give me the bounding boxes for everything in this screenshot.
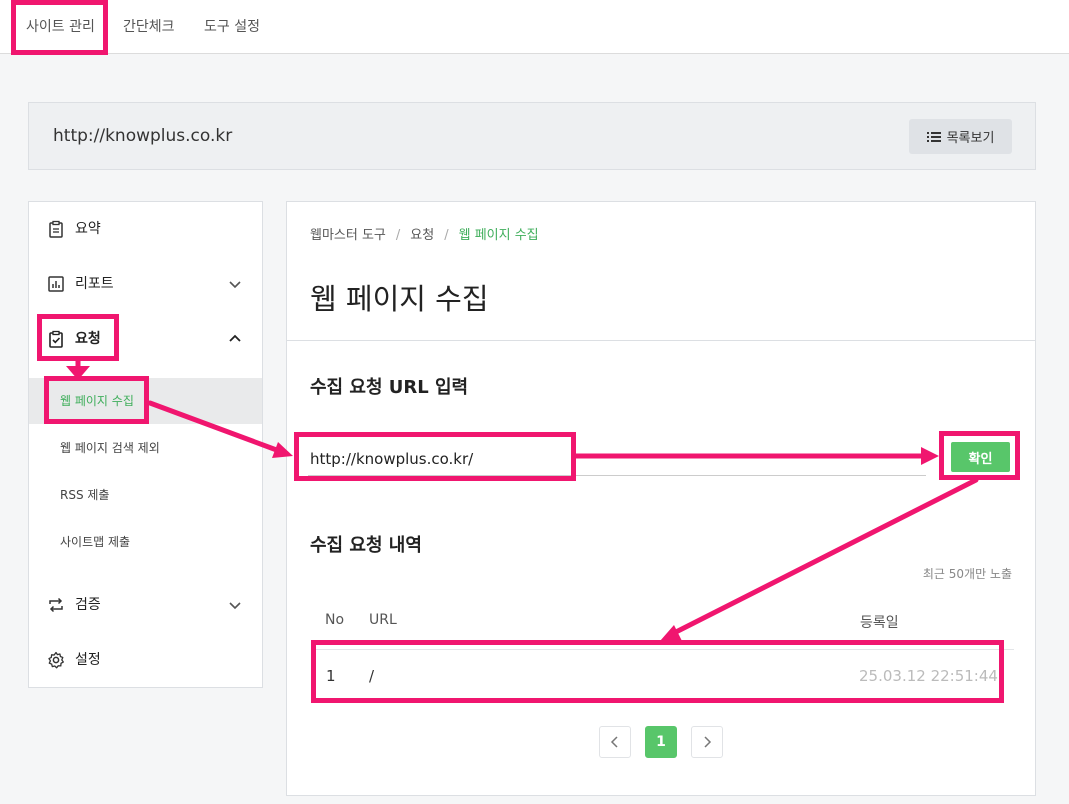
breadcrumb-current: 웹 페이지 수집 — [458, 228, 539, 243]
list-view-button[interactable]: 목록보기 — [909, 119, 1012, 154]
chevron-down-icon — [229, 281, 241, 289]
table-row: 1 / 25.03.12 22:51:44 — [314, 649, 1014, 699]
pagination-page-current[interactable]: 1 — [645, 726, 677, 758]
sidebar-subitem-label: 웹 페이지 검색 제외 — [60, 441, 160, 455]
breadcrumb: 웹마스터 도구 / 요청 / 웹 페이지 수집 — [310, 228, 539, 243]
tab-site-management[interactable]: 사이트 관리 — [26, 0, 95, 54]
page-title: 웹 페이지 수집 — [310, 282, 489, 316]
cell-no: 1 — [326, 667, 336, 685]
sidebar-item-summary[interactable]: 요약 — [29, 202, 262, 256]
sidebar-item-label: 요약 — [75, 221, 101, 237]
chevron-down-icon — [229, 602, 241, 610]
breadcrumb-item[interactable]: 웹마스터 도구 — [310, 228, 386, 243]
sidebar-item-report[interactable]: 리포트 — [29, 257, 262, 311]
list-view-label: 목록보기 — [946, 131, 995, 146]
tab-tool-settings[interactable]: 도구 설정 — [204, 0, 260, 54]
breadcrumb-item[interactable]: 요청 — [410, 228, 434, 243]
clipboard-icon — [49, 220, 63, 238]
url-input[interactable] — [308, 442, 926, 476]
sidebar-item-label: 요청 — [75, 331, 101, 347]
sidebar: 요약 리포트 요청 웹 페이지 수집 웹 페이지 검색 제외 RSS 제출 사이… — [28, 201, 263, 688]
cell-date: 25.03.12 22:51:44 — [859, 667, 998, 685]
repeat-icon — [49, 597, 63, 613]
column-header-no: No — [325, 612, 345, 628]
cell-url: / — [369, 667, 375, 685]
chevron-left-icon — [610, 736, 618, 748]
bar-chart-icon — [48, 276, 64, 292]
sidebar-subitem-sitemap-submit[interactable]: 사이트맵 제출 — [29, 519, 262, 565]
site-bar: http://knowplus.co.kr 목록보기 — [28, 102, 1036, 170]
chevron-right-icon — [704, 736, 712, 748]
sidebar-subitem-label: 사이트맵 제출 — [60, 535, 131, 549]
tab-quick-check[interactable]: 간단체크 — [123, 0, 175, 54]
main-panel: 웹마스터 도구 / 요청 / 웹 페이지 수집 웹 페이지 수집 수집 요청 URL 입… — [286, 201, 1036, 796]
column-header-date: 등록일 — [860, 615, 899, 631]
sidebar-item-label: 검증 — [75, 597, 101, 613]
site-url: http://knowplus.co.kr — [53, 126, 233, 146]
sidebar-subitem-web-page-exclude[interactable]: 웹 페이지 검색 제외 — [29, 425, 262, 471]
divider — [287, 340, 1035, 341]
sidebar-item-request[interactable]: 요청 — [29, 312, 262, 366]
gear-icon — [48, 651, 64, 669]
history-note: 최근 50개만 노출 — [922, 567, 1012, 581]
column-header-url: URL — [369, 612, 397, 628]
confirm-button[interactable]: 확인 — [951, 442, 1010, 472]
sidebar-item-settings[interactable]: 설정 — [29, 633, 262, 687]
clipboard-check-icon — [49, 330, 63, 348]
pagination-prev-button[interactable] — [599, 726, 631, 758]
sidebar-item-label: 설정 — [75, 652, 101, 668]
sidebar-subitem-web-page-collect[interactable]: 웹 페이지 수집 — [29, 378, 262, 424]
chevron-up-icon — [229, 334, 241, 342]
pagination-next-button[interactable] — [691, 726, 723, 758]
sidebar-subitem-rss-submit[interactable]: RSS 제출 — [29, 472, 262, 518]
sidebar-subitem-label: RSS 제출 — [60, 488, 110, 502]
list-icon — [926, 131, 941, 142]
url-input-section-title: 수집 요청 URL 입력 — [310, 377, 469, 398]
sidebar-item-verify[interactable]: 검증 — [29, 578, 262, 632]
top-nav: 사이트 관리 간단체크 도구 설정 — [0, 0, 1069, 54]
sidebar-item-label: 리포트 — [75, 276, 114, 292]
history-section-title: 수집 요청 내역 — [310, 535, 422, 556]
sidebar-subitem-label: 웹 페이지 수집 — [60, 394, 134, 408]
